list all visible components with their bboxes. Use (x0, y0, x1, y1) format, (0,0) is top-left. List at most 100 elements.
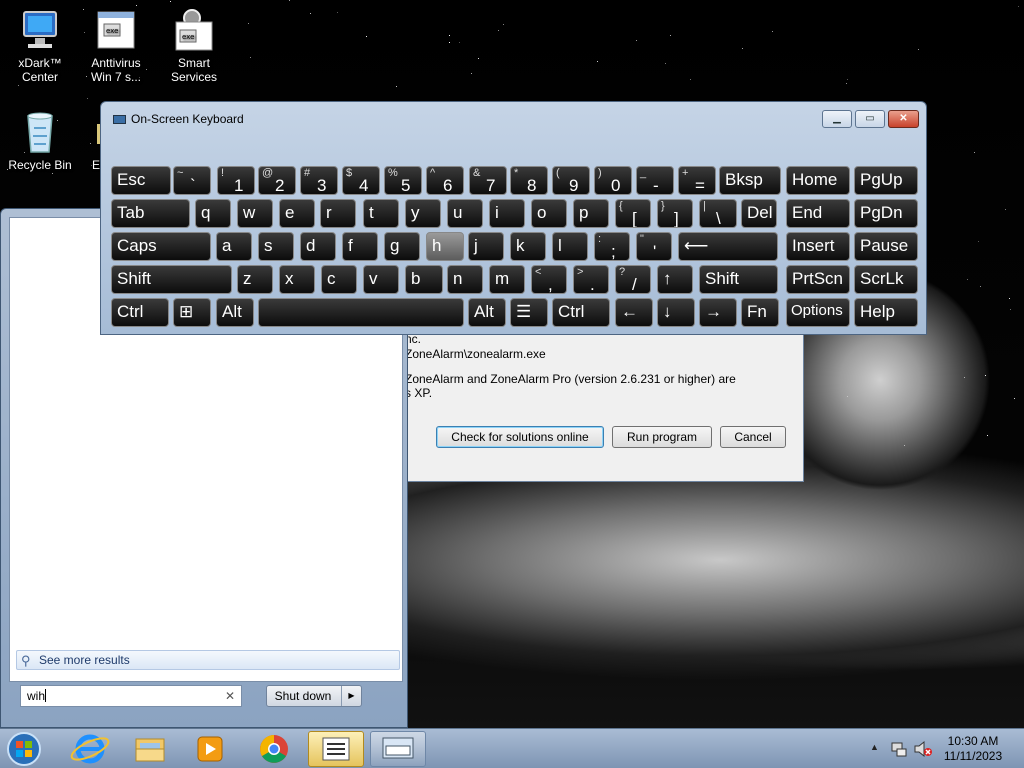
taskbar-windows-explorer[interactable] (122, 731, 178, 767)
key-c[interactable]: c (321, 265, 357, 294)
key-w[interactable]: w (237, 199, 273, 228)
key-sym-2-10[interactable]: :; (594, 232, 630, 261)
key-caps[interactable]: Caps (111, 232, 211, 261)
key-s[interactable]: s (258, 232, 294, 261)
key-insert[interactable]: Insert (786, 232, 850, 261)
clear-search-icon[interactable]: ✕ (225, 686, 235, 706)
volume-muted-icon[interactable] (913, 740, 933, 758)
key-sym-0-10[interactable]: (9 (552, 166, 590, 195)
key-v[interactable]: v (363, 265, 399, 294)
key-sym-0-11[interactable]: ) 0 (594, 166, 632, 195)
key-i[interactable]: i (489, 199, 525, 228)
system-clock[interactable]: 10:30 AM 11/11/2023 (936, 734, 1010, 764)
cancel-button[interactable]: Cancel (720, 426, 786, 448)
key-sym-0-6[interactable]: % 5 (384, 166, 422, 195)
key-sym-0-8[interactable]: & 7 (469, 166, 507, 195)
key-backslash[interactable]: | \ (699, 199, 737, 228)
key-sym-0-7[interactable]: ^ 6 (426, 166, 464, 195)
key-j[interactable]: j (468, 232, 504, 261)
key-sym-0-3[interactable]: @2 (258, 166, 296, 195)
taskbar-task-list[interactable] (308, 731, 364, 767)
key-ctrl[interactable]: Ctrl (552, 298, 610, 327)
key-pgup[interactable]: PgUp (854, 166, 918, 195)
key-symbol-7[interactable]: ← (615, 298, 653, 327)
taskbar-internet-explorer[interactable] (62, 731, 118, 767)
key-sym-0-13[interactable]: + = (678, 166, 716, 195)
key-space[interactable] (258, 298, 464, 327)
key-sym-0-5[interactable]: $4 (342, 166, 380, 195)
key-l[interactable]: l (552, 232, 588, 261)
key-sym-0-9[interactable]: * 8 (510, 166, 548, 195)
key-del[interactable]: Del (741, 199, 777, 228)
key-symbol-11[interactable]: ↑ (657, 265, 693, 294)
key-home[interactable]: Home (786, 166, 850, 195)
key-sym-0-1[interactable]: ~ ` (173, 166, 211, 195)
taskbar-chrome[interactable] (246, 731, 302, 767)
key-symbol-12[interactable]: ⟵ (678, 232, 778, 261)
key-z[interactable]: z (237, 265, 273, 294)
key-symbol-5[interactable]: ☰ (510, 298, 548, 327)
taskbar-media-player[interactable] (182, 731, 238, 767)
key-sym-3-10[interactable]: ? / (615, 265, 651, 294)
key-symbol-9[interactable]: → (699, 298, 737, 327)
key-sym-1-12[interactable]: }] (657, 199, 693, 228)
start-search-input[interactable]: wih ✕ (20, 685, 242, 707)
key-f[interactable]: f (342, 232, 378, 261)
key-u[interactable]: u (447, 199, 483, 228)
network-icon[interactable] (890, 740, 908, 758)
key-ctrl[interactable]: Ctrl (111, 298, 169, 327)
desktop-icon-anttivirus[interactable]: exe Anttivirus Win 7 s... (78, 8, 154, 84)
start-button[interactable] (4, 731, 50, 767)
key-shift[interactable]: Shift (699, 265, 778, 294)
key-help[interactable]: Help (854, 298, 918, 327)
key-shift[interactable]: Shift (111, 265, 232, 294)
key-prtscn[interactable]: PrtScn (786, 265, 850, 294)
check-solutions-online-button[interactable]: Check for solutions online (436, 426, 604, 448)
key-sym-3-8[interactable]: <, (531, 265, 567, 294)
key-fn[interactable]: Fn (741, 298, 779, 327)
key-e[interactable]: e (279, 199, 315, 228)
close-button[interactable]: ✕ (888, 110, 919, 128)
key-sym-0-2[interactable]: ! 1 (217, 166, 255, 195)
key-options[interactable]: Options (786, 298, 850, 327)
key-n[interactable]: n (447, 265, 483, 294)
key-sym-0-4[interactable]: #3 (300, 166, 338, 195)
key-g[interactable]: g (384, 232, 420, 261)
shut-down-options-arrow[interactable]: ▶ (341, 686, 361, 706)
key-bksp[interactable]: Bksp (719, 166, 781, 195)
key-alt[interactable]: Alt (216, 298, 254, 327)
shut-down-button[interactable]: Shut down ▶ (266, 685, 362, 707)
minimize-button[interactable]: ▁ (822, 110, 852, 128)
key-d[interactable]: d (300, 232, 336, 261)
key-end[interactable]: End (786, 199, 850, 228)
run-program-button[interactable]: Run program (612, 426, 712, 448)
key-x[interactable]: x (279, 265, 315, 294)
key-t[interactable]: t (363, 199, 399, 228)
maximize-button[interactable]: ▭ (855, 110, 885, 128)
key-a[interactable]: a (216, 232, 252, 261)
key-o[interactable]: o (531, 199, 567, 228)
key-k[interactable]: k (510, 232, 546, 261)
key-b[interactable]: b (405, 265, 443, 294)
key-pause[interactable]: Pause (854, 232, 918, 261)
show-hidden-icons-button[interactable]: ▲ (870, 742, 879, 752)
key-q[interactable]: q (195, 199, 231, 228)
key-r[interactable]: r (320, 199, 356, 228)
key-sym-2-11[interactable]: " ' (636, 232, 672, 261)
key-esc[interactable]: Esc (111, 166, 171, 195)
desktop-icon-xdark-center[interactable]: xDark™ Center (2, 8, 78, 84)
key-symbol-1[interactable]: ⊞ (173, 298, 211, 327)
key-alt[interactable]: Alt (468, 298, 506, 327)
key-sym-1-11[interactable]: {[ (615, 199, 651, 228)
key-tab[interactable]: Tab (111, 199, 190, 228)
key-symbol-8[interactable]: ↓ (657, 298, 695, 327)
see-more-results-link[interactable]: ⚲ See more results (16, 650, 400, 670)
key-p[interactable]: p (573, 199, 609, 228)
key-y[interactable]: y (405, 199, 441, 228)
taskbar-on-screen-keyboard[interactable] (370, 731, 426, 767)
key-sym-0-12[interactable]: _ - (636, 166, 674, 195)
desktop-icon-smart-services[interactable]: exe Smart Services (156, 8, 232, 84)
key-m[interactable]: m (489, 265, 525, 294)
key-pgdn[interactable]: PgDn (854, 199, 918, 228)
key-h[interactable]: h (426, 232, 464, 261)
